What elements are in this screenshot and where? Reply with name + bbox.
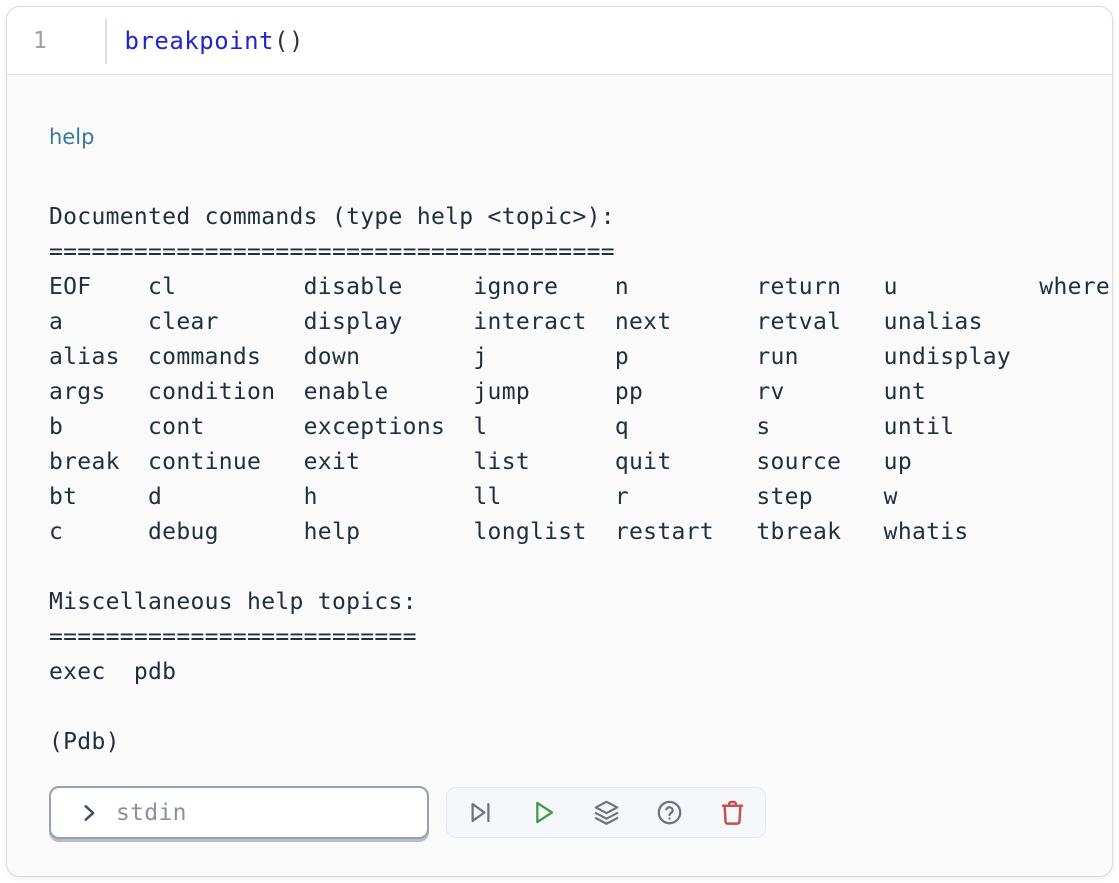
run-button[interactable] bbox=[529, 799, 557, 827]
pdb-help-output: Documented commands (type help <topic>):… bbox=[49, 200, 1082, 760]
play-icon bbox=[530, 799, 557, 826]
command-echo: help bbox=[49, 122, 1082, 152]
console-io-row bbox=[49, 786, 1082, 839]
stdin-input[interactable] bbox=[114, 799, 394, 827]
console-output-area: help Documented commands (type help <top… bbox=[7, 75, 1112, 876]
stdin-box[interactable] bbox=[49, 786, 429, 839]
code-token-function: breakpoint bbox=[125, 27, 275, 55]
code-token-parens: () bbox=[274, 27, 304, 55]
help-circle-icon bbox=[656, 799, 683, 826]
layers-icon bbox=[593, 799, 620, 826]
debug-toolbar bbox=[446, 787, 766, 838]
step-button[interactable] bbox=[466, 799, 494, 827]
code-line[interactable]: breakpoint() bbox=[107, 7, 304, 74]
stack-button[interactable] bbox=[592, 799, 620, 827]
line-number: 1 bbox=[33, 28, 47, 54]
clear-button[interactable] bbox=[718, 799, 746, 827]
trash-icon bbox=[719, 799, 746, 826]
help-button[interactable] bbox=[655, 799, 683, 827]
code-editor[interactable]: 1 breakpoint() bbox=[7, 7, 1112, 75]
line-number-gutter: 1 bbox=[7, 7, 105, 74]
chevron-right-icon bbox=[79, 803, 99, 823]
step-forward-icon bbox=[467, 799, 494, 826]
debugger-panel: 1 breakpoint() help Documented commands … bbox=[6, 6, 1113, 877]
